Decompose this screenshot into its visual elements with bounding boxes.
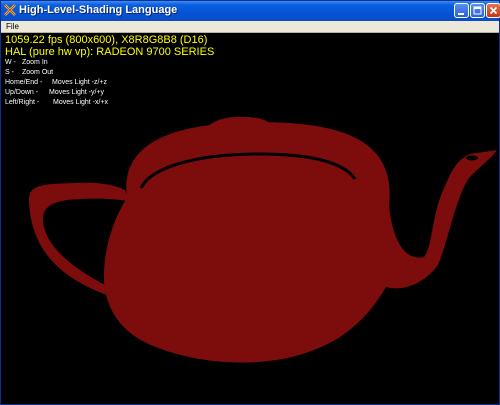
application-window: High-Level-Shading Language File 1059.22… [0, 0, 500, 405]
help-action: Zoom In [22, 59, 48, 66]
fps-stats-text: 1059.22 fps (800x600), X8R8G8B8 (D16) [5, 34, 208, 46]
help-action: Moves Light -y/+y [49, 89, 105, 96]
help-action: Moves Light -z/+z [52, 79, 108, 86]
title-bar[interactable]: High-Level-Shading Language [1, 1, 500, 21]
help-key: W - [5, 59, 16, 66]
menu-item-file[interactable]: File [6, 21, 19, 32]
help-key: Left/Right - [5, 99, 40, 106]
close-button[interactable] [486, 3, 500, 18]
help-action: Moves Light -x/+x [53, 99, 109, 106]
device-stats-text: HAL (pure hw vp): RADEON 9700 SERIES [5, 46, 215, 58]
menu-bar: File [1, 21, 499, 33]
close-icon [489, 6, 498, 15]
minimize-icon [458, 13, 464, 15]
render-viewport[interactable]: 1059.22 fps (800x600), X8R8G8B8 (D16) HA… [1, 33, 499, 404]
minimize-button[interactable] [454, 3, 469, 18]
help-key: Home/End - [5, 79, 43, 86]
window-title: High-Level-Shading Language [19, 4, 178, 16]
maximize-button[interactable] [470, 3, 485, 18]
directx-app-icon [4, 4, 16, 16]
help-key: S - [5, 69, 14, 76]
maximize-icon [473, 6, 482, 15]
help-action: Zoom Out [22, 69, 54, 76]
help-key: Up/Down - [5, 89, 39, 96]
